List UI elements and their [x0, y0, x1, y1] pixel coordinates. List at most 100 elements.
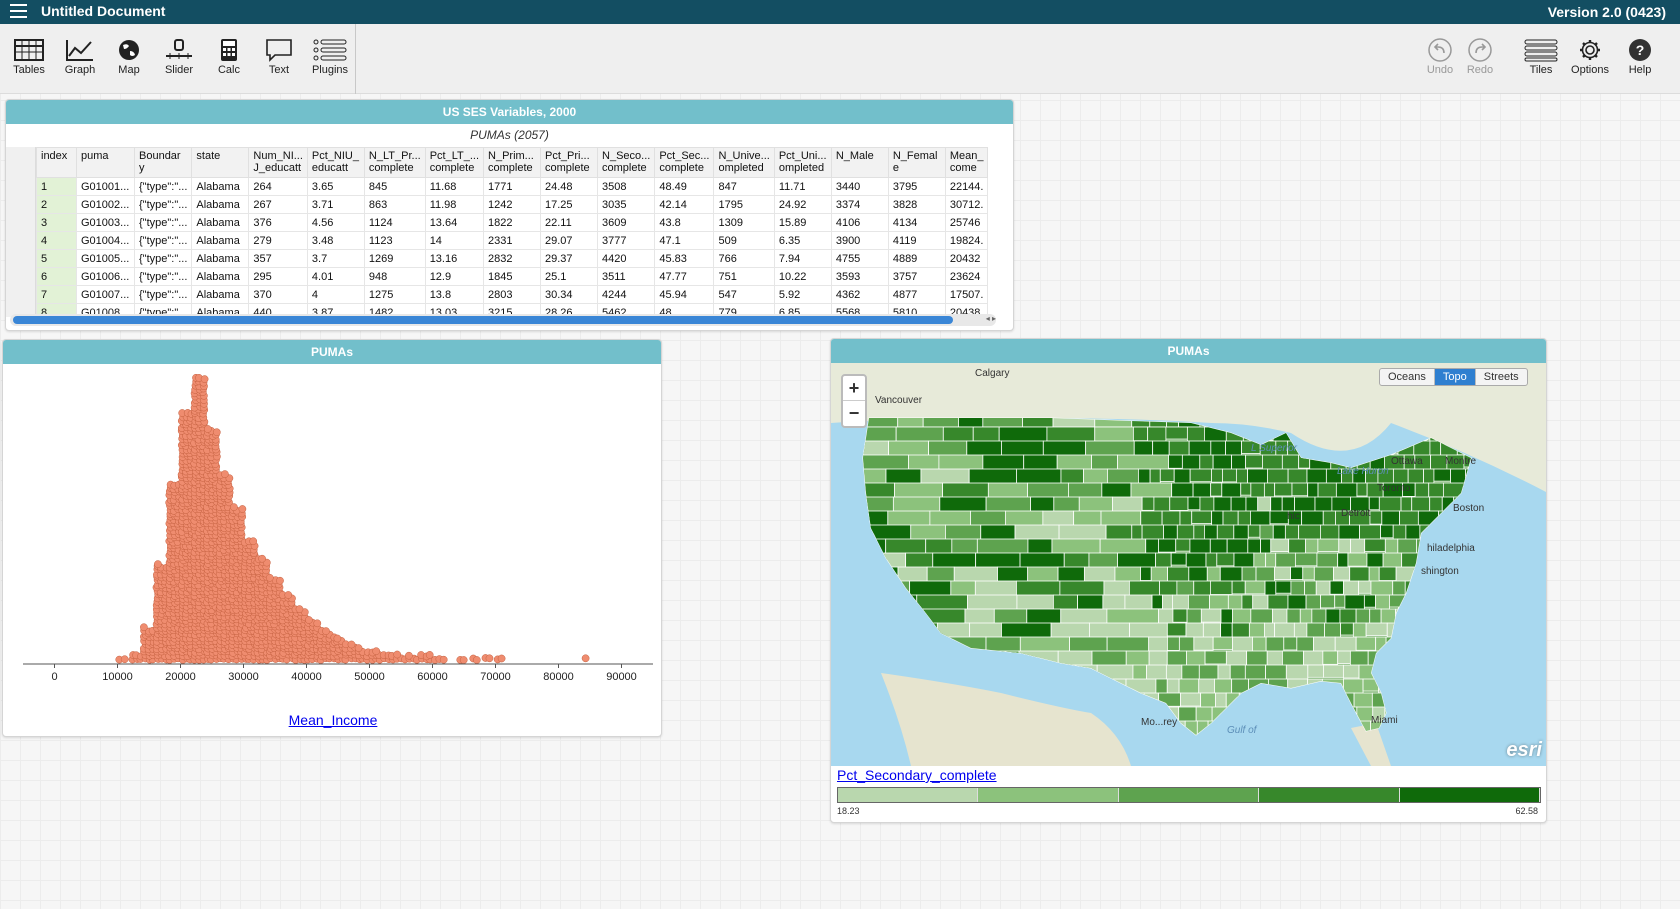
puma-region[interactable] [1204, 650, 1227, 665]
puma-region[interactable] [1406, 734, 1428, 753]
puma-region[interactable] [1285, 692, 1304, 708]
puma-region[interactable] [1385, 636, 1398, 654]
table-cell[interactable]: {"type":"... [133, 177, 193, 196]
puma-region[interactable] [1167, 636, 1180, 651]
puma-region[interactable] [1225, 440, 1242, 457]
puma-region[interactable] [1321, 692, 1341, 708]
map-tile-title[interactable]: PUMAs [831, 339, 1546, 363]
puma-region[interactable] [1457, 524, 1474, 543]
puma-region[interactable] [1356, 482, 1368, 497]
puma-region[interactable] [1363, 594, 1376, 608]
table-cell[interactable]: 30712. [944, 195, 989, 214]
column-header[interactable]: Pct_Pri... complete [540, 147, 599, 178]
puma-region[interactable] [1469, 566, 1485, 586]
puma-region[interactable] [1429, 692, 1442, 712]
data-point[interactable] [354, 644, 363, 652]
basemap-oceans-button[interactable]: Oceans [1380, 369, 1435, 385]
table-row[interactable]: 2 G01002... {"type":"... Alabama 267 3.71 863 1… [36, 195, 989, 214]
puma-region[interactable] [1458, 734, 1481, 748]
puma-region[interactable] [1417, 692, 1431, 712]
puma-region[interactable] [1302, 692, 1322, 713]
puma-region[interactable] [1391, 664, 1405, 678]
puma-region[interactable] [1476, 651, 1498, 670]
table-cell[interactable]: 42.14 [654, 195, 715, 214]
puma-region[interactable] [888, 594, 918, 621]
table-cell[interactable]: 30.34 [540, 285, 599, 304]
puma-region[interactable] [1311, 608, 1327, 625]
table-cell[interactable]: {"type":"... [133, 195, 193, 214]
puma-region[interactable] [1287, 594, 1307, 611]
puma-region[interactable] [1368, 566, 1380, 584]
data-point[interactable] [154, 560, 162, 568]
table-cell[interactable]: 25.1 [540, 267, 599, 286]
column-header[interactable]: Pct_Uni... ompleted [773, 147, 832, 178]
puma-region[interactable] [1307, 664, 1324, 678]
puma-region[interactable] [1411, 608, 1433, 623]
data-point[interactable] [472, 656, 481, 664]
puma-region[interactable] [980, 650, 1020, 686]
map-tile[interactable]: PUMAs Calgary Vancouver Ottawa Montre To… [830, 338, 1547, 823]
puma-region[interactable] [1386, 692, 1406, 712]
column-header[interactable]: N_Unive... ompleted [713, 147, 775, 178]
puma-region[interactable] [1410, 678, 1425, 696]
data-point[interactable] [581, 654, 590, 663]
table-cell[interactable]: 2832 [483, 249, 542, 268]
puma-region[interactable] [1155, 552, 1172, 569]
table-cell[interactable]: Alabama [191, 267, 250, 286]
data-point[interactable] [439, 655, 448, 664]
basemap-streets-button[interactable]: Streets [1476, 369, 1527, 385]
puma-region[interactable] [1168, 440, 1190, 457]
table-cell[interactable]: 4362 [830, 285, 889, 304]
table-cell[interactable]: 948 [363, 267, 426, 286]
puma-region[interactable] [1260, 538, 1272, 556]
table-cell[interactable]: 845 [363, 177, 426, 196]
table-cell[interactable]: 4 [306, 285, 365, 304]
puma-region[interactable] [1140, 566, 1152, 581]
table-cell[interactable]: 1269 [363, 249, 426, 268]
options-button[interactable]: Options [1566, 38, 1614, 76]
puma-region[interactable] [1343, 580, 1360, 597]
table-cell[interactable]: 22144. [944, 177, 989, 196]
redo-button[interactable]: Redo [1456, 38, 1504, 76]
puma-region[interactable] [1359, 524, 1381, 541]
puma-region[interactable] [1163, 524, 1178, 540]
puma-region[interactable] [1427, 650, 1445, 670]
puma-region[interactable] [1200, 608, 1222, 623]
hamburger-menu-icon[interactable] [10, 4, 27, 19]
text-button[interactable]: Text [255, 38, 303, 76]
table-cell[interactable]: 10.22 [773, 267, 832, 286]
puma-region[interactable] [1443, 706, 1465, 727]
table-cell[interactable]: 4119 [887, 231, 946, 250]
puma-region[interactable] [1472, 693, 1491, 707]
puma-region[interactable] [1453, 636, 1469, 655]
table-cell[interactable]: G01005... [76, 249, 135, 268]
table-cell[interactable]: 25746 [944, 213, 989, 232]
puma-region[interactable] [1421, 706, 1445, 721]
puma-region[interactable] [1416, 622, 1432, 636]
table-cell[interactable]: 3757 [887, 267, 946, 286]
legend-swatch[interactable] [1118, 788, 1260, 802]
puma-region[interactable] [1265, 636, 1285, 653]
puma-region[interactable] [1270, 538, 1290, 552]
table-cell[interactable]: 3511 [597, 267, 656, 286]
puma-region[interactable] [1364, 538, 1386, 552]
puma-region[interactable] [1262, 426, 1274, 441]
puma-region[interactable] [1369, 510, 1383, 525]
puma-region[interactable] [1172, 608, 1188, 623]
puma-region[interactable] [1463, 664, 1480, 684]
puma-region[interactable] [1423, 468, 1435, 486]
column-header[interactable]: index [36, 147, 77, 178]
puma-region[interactable] [1244, 580, 1266, 595]
table-cell[interactable]: 376 [248, 213, 308, 232]
puma-region[interactable] [1322, 650, 1339, 665]
puma-region[interactable] [1468, 594, 1490, 611]
puma-region[interactable] [1342, 664, 1360, 679]
dot-plot[interactable]: 0 10000 20000 30000 40000 50000 60000 70000 8000… [3, 364, 662, 712]
puma-region[interactable] [1148, 636, 1168, 652]
scroll-arrows-icon[interactable]: ◂ ▸ [986, 314, 996, 323]
document-title[interactable]: Untitled Document [41, 3, 165, 19]
puma-region[interactable] [1306, 468, 1327, 484]
legend-swatch[interactable] [978, 788, 1119, 802]
puma-region[interactable] [1209, 580, 1233, 595]
puma-region[interactable] [1456, 552, 1478, 572]
